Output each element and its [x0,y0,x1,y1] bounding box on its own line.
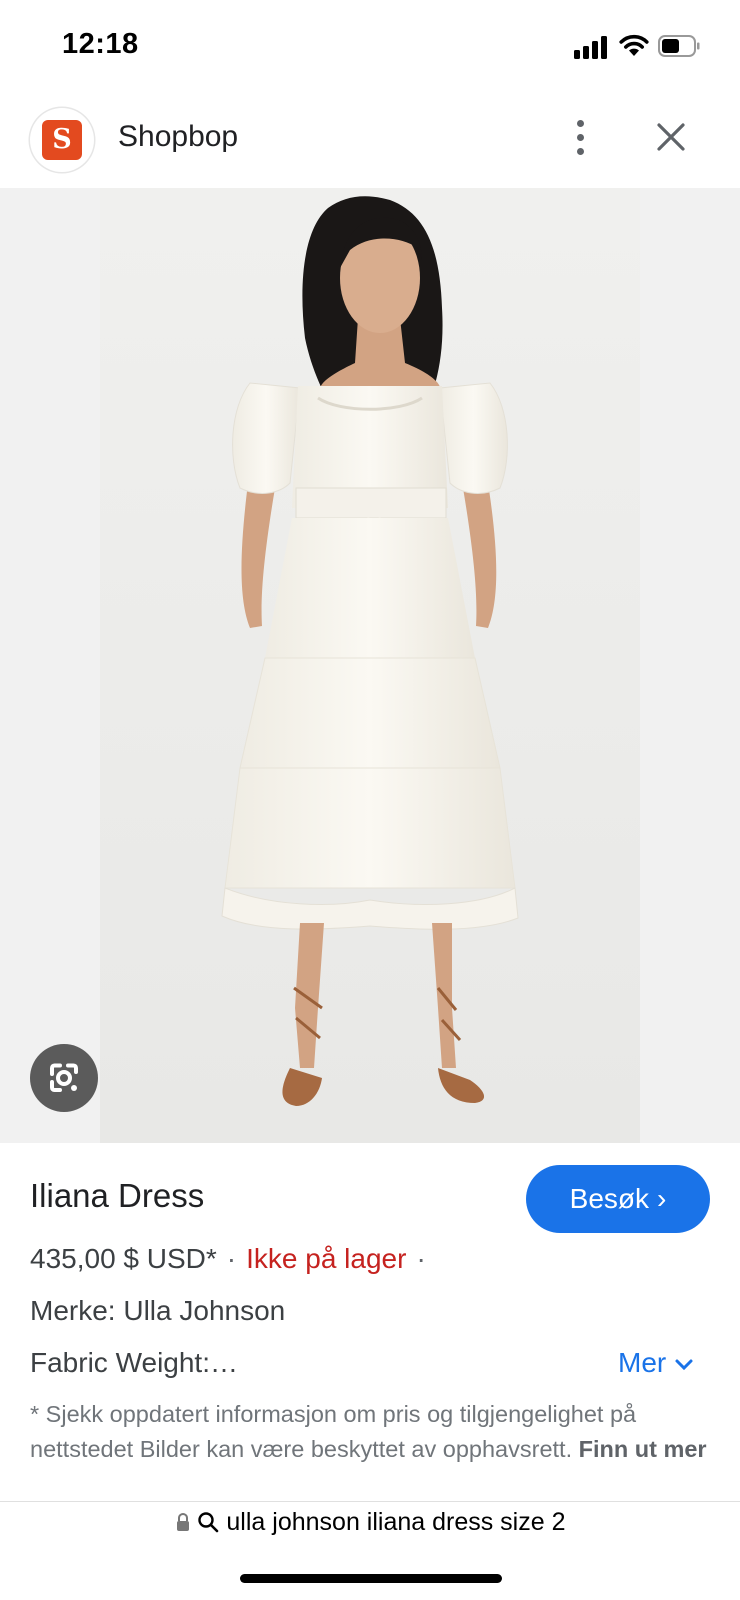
visit-button[interactable]: Besøk › [526,1165,710,1233]
source-header: S Shopbop [0,96,740,188]
home-indicator[interactable] [240,1574,502,1583]
site-logo[interactable]: S [30,108,94,172]
visit-label: Besøk [569,1183,650,1214]
product-photo[interactable] [100,188,640,1143]
chevron-right-icon: › [657,1183,667,1214]
product-image-area[interactable] [0,188,740,1143]
brand-row: Merke: Ulla Johnson [30,1295,286,1326]
url-text: ulla johnson iliana dress size 2 [226,1508,566,1536]
search-icon [198,1512,219,1533]
lock-icon [176,1512,189,1531]
battery-icon [658,35,700,57]
close-icon[interactable] [656,122,686,152]
cellular-signal-icon [574,35,608,59]
google-lens-icon [50,1063,78,1092]
separator-dot: · [226,1243,237,1274]
stock-status: Ikke på lager [246,1243,407,1274]
more-button[interactable]: Mer [618,1347,694,1379]
separator-dot: · [416,1243,426,1274]
dress-model-illustration [100,188,640,1143]
price: 435,00 $ USD* [30,1243,217,1274]
url-bar[interactable]: ulla johnson iliana dress size 2 [0,1508,740,1552]
learn-more-link[interactable]: Finn ut mer [579,1436,707,1462]
chevron-down-icon [675,1359,693,1370]
wifi-icon [619,34,649,56]
status-time: 12:18 [62,28,139,60]
shopbop-logo-icon: S [42,120,82,160]
google-lens-button[interactable] [30,1044,98,1112]
fabric-weight-row: Fabric Weight:… [30,1347,238,1378]
disclaimer-text: * Sjekk oppdatert informasjon om pris og… [30,1397,710,1467]
price-row: 435,00 $ USD* · Ikke på lager · [30,1243,436,1275]
product-title: Iliana Dress [30,1177,205,1214]
status-bar: 12:18 [0,0,740,96]
site-name[interactable]: Shopbop [118,120,238,154]
url-bar-divider [0,1501,740,1502]
disclaimer-body: * Sjekk oppdatert informasjon om pris og… [30,1401,637,1462]
more-label: Mer [618,1347,667,1378]
more-vert-icon[interactable] [568,116,594,160]
